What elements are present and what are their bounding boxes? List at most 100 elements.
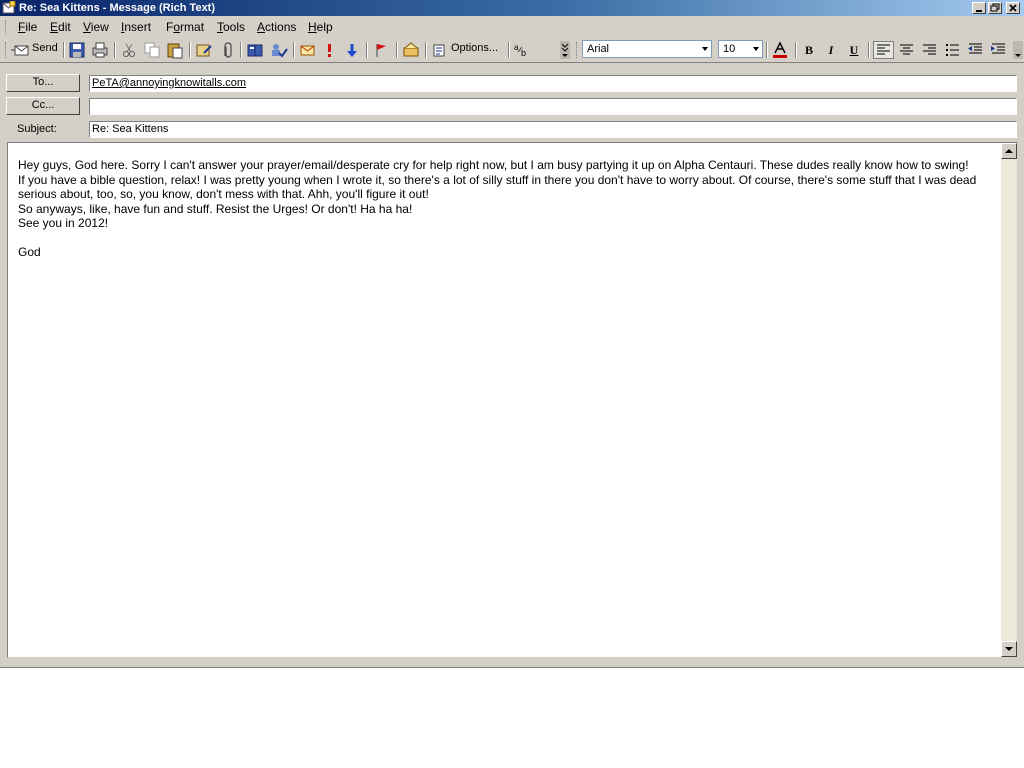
menu-bar: File Edit View Insert Format Tools Actio… — [0, 16, 1024, 39]
importance-low-button[interactable] — [345, 41, 359, 59]
message-header: To... PeTA@annoyingknowitalls.com Cc... … — [0, 63, 1024, 144]
to-button[interactable]: To... — [6, 74, 80, 92]
spelling-button[interactable]: ab — [513, 41, 533, 59]
cc-button[interactable]: Cc... — [6, 97, 80, 115]
folder-envelope-icon — [403, 42, 419, 57]
copy-button[interactable] — [143, 41, 161, 59]
toolbar-separator — [508, 42, 510, 58]
outdent-icon — [968, 43, 982, 54]
scissors-icon — [123, 43, 135, 57]
menu-edit[interactable]: Edit — [50, 20, 71, 34]
save-button[interactable] — [68, 41, 86, 59]
message-body-text[interactable]: Hey guys, God here. Sorry I can't answer… — [18, 158, 996, 260]
toolbar-separator — [240, 42, 242, 58]
frame-left — [0, 142, 7, 658]
frame-right — [1018, 142, 1024, 658]
scroll-up-button[interactable] — [1001, 143, 1017, 159]
spelling-icon: ab — [514, 43, 526, 58]
close-button[interactable] — [1006, 2, 1020, 14]
options-icon — [433, 44, 445, 57]
toolbar-grip[interactable] — [5, 42, 9, 58]
restore-button[interactable] — [988, 2, 1002, 14]
menu-insert[interactable]: Insert — [121, 20, 151, 34]
up-arrow-icon — [1005, 149, 1013, 153]
cut-button[interactable] — [120, 41, 138, 59]
chevron-down-icon — [1013, 41, 1023, 59]
down-arrow-icon — [347, 44, 357, 57]
menu-format[interactable]: Format — [166, 20, 204, 34]
menu-view[interactable]: View — [83, 20, 109, 34]
bullets-button[interactable] — [943, 41, 962, 59]
align-center-icon — [900, 44, 913, 55]
toolbar-separator — [766, 42, 768, 58]
attach-button[interactable] — [220, 41, 234, 59]
toolbar-separator — [795, 42, 797, 58]
print-button[interactable] — [91, 41, 109, 59]
decrease-indent-button[interactable] — [966, 41, 985, 59]
cc-field[interactable] — [89, 98, 1017, 115]
paperclip-icon — [224, 42, 232, 58]
check-names-button[interactable] — [269, 41, 289, 59]
toolbar-separator — [366, 42, 368, 58]
flag-icon — [376, 44, 386, 57]
scroll-down-button[interactable] — [1001, 641, 1017, 657]
bullet-list-icon — [946, 44, 959, 56]
menu-help[interactable]: Help — [308, 20, 333, 34]
insert-item-button[interactable] — [299, 41, 317, 59]
increase-indent-button[interactable] — [989, 41, 1008, 59]
toolbar-overflow-chevron[interactable] — [560, 41, 570, 59]
subject-field[interactable]: Re: Sea Kittens — [89, 121, 1017, 138]
align-left-icon — [877, 44, 890, 55]
window-title: Re: Sea Kittens - Message (Rich Text) — [19, 2, 216, 14]
copy-icon — [144, 42, 160, 58]
toolbar-separator — [868, 42, 870, 58]
format-toolbar-overflow-chevron[interactable] — [1013, 41, 1023, 59]
paste-button[interactable] — [166, 41, 184, 59]
bold-button[interactable]: B — [799, 41, 819, 59]
chevron-down-icon — [753, 47, 759, 51]
align-center-button[interactable] — [897, 41, 916, 59]
message-icon — [2, 0, 16, 14]
follow-up-button[interactable] — [373, 41, 389, 59]
send-button[interactable]: Send — [11, 41, 59, 59]
to-field[interactable]: PeTA@annoyingknowitalls.com — [89, 75, 1017, 92]
down-arrow-icon — [1005, 647, 1013, 651]
toolbar-separator — [293, 42, 295, 58]
menu-actions[interactable]: Actions — [257, 20, 296, 34]
chevron-down-icon — [560, 41, 570, 59]
toolbar-separator — [396, 42, 398, 58]
importance-high-button[interactable] — [322, 41, 336, 59]
menu-tools[interactable]: Tools — [217, 20, 245, 34]
toolbar-separator — [425, 42, 427, 58]
vertical-scrollbar[interactable] — [1001, 143, 1017, 657]
format-toolbar-grip[interactable] — [576, 42, 580, 58]
permission-button[interactable] — [402, 41, 420, 59]
toolbar-separator — [114, 42, 116, 58]
chevron-down-icon — [702, 47, 708, 51]
exclamation-icon — [328, 44, 331, 57]
font-color-icon — [773, 41, 787, 58]
address-book-open-button[interactable] — [246, 41, 264, 59]
align-left-button[interactable] — [873, 41, 894, 59]
paste-icon — [167, 43, 183, 59]
minimize-button[interactable] — [972, 2, 986, 14]
message-body-editor[interactable]: Hey guys, God here. Sorry I can't answer… — [7, 142, 1018, 658]
toolbar: Send Options... a b Arial 10 B I U — [0, 38, 1024, 63]
recipient-address[interactable]: PeTA@annoyingknowitalls.com — [92, 77, 246, 89]
menu-file[interactable]: File — [18, 20, 37, 34]
address-book-button[interactable] — [195, 41, 213, 59]
italic-button[interactable]: I — [821, 41, 841, 59]
options-button[interactable]: Options... — [432, 41, 504, 59]
menu-grip[interactable] — [5, 20, 9, 34]
svg-text:a: a — [514, 43, 519, 52]
address-check-icon — [196, 44, 212, 57]
align-right-icon — [923, 44, 936, 55]
font-name-select[interactable]: Arial — [582, 40, 712, 58]
check-names-icon — [272, 44, 288, 58]
font-size-select[interactable]: 10 — [718, 40, 763, 58]
frame-bottom — [0, 658, 1024, 668]
font-color-button[interactable] — [771, 41, 789, 59]
title-bar: Re: Sea Kittens - Message (Rich Text) — [0, 0, 1024, 16]
underline-button[interactable]: U — [844, 41, 864, 59]
align-right-button[interactable] — [920, 41, 939, 59]
